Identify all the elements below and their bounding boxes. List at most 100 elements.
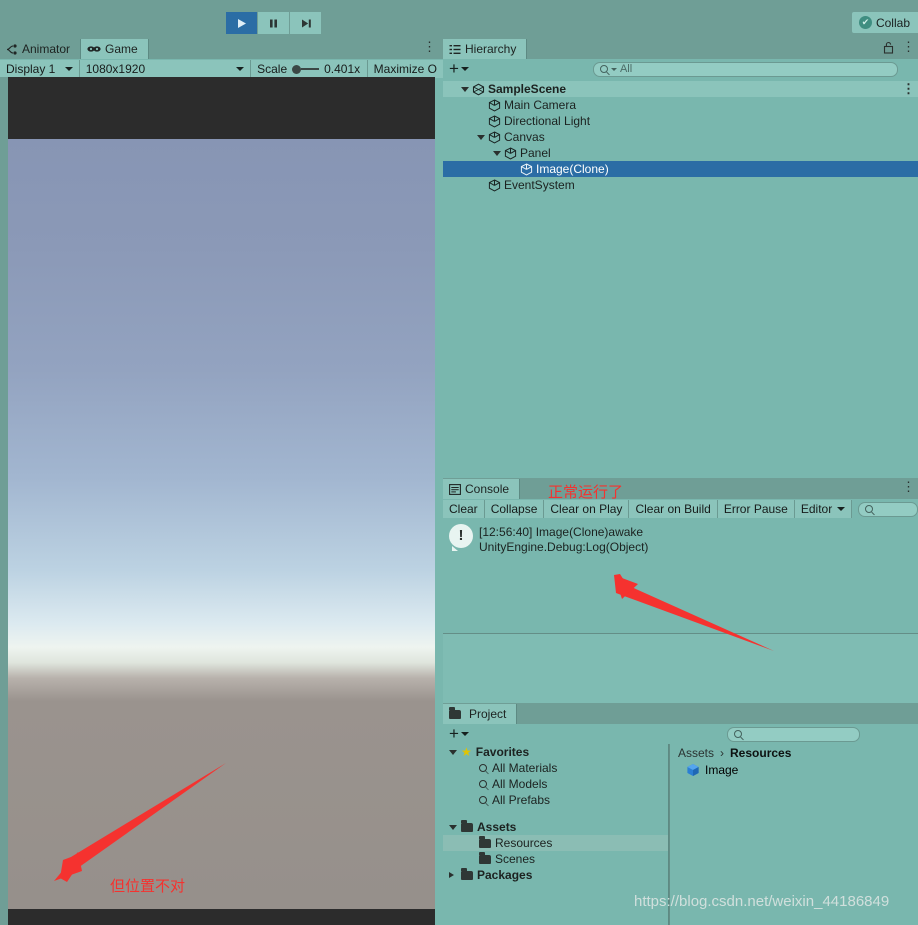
console-log-line1: [12:56:40] Image(Clone)awake [479, 525, 644, 539]
hierarchy-panel-menu[interactable]: ⋮ [902, 40, 915, 54]
project-search-input[interactable] [726, 726, 860, 742]
hierarchy-item-image-clone-[interactable]: Image(Clone) [443, 161, 918, 177]
collab-button[interactable]: ✔ Collab [851, 12, 918, 33]
breadcrumb-item[interactable]: Resources [730, 746, 791, 760]
scene-context-menu[interactable]: ⋮ [902, 82, 915, 96]
console-button-collapse[interactable]: Collapse [484, 500, 545, 518]
tab-hierarchy-label: Hierarchy [465, 42, 517, 56]
tab-project[interactable]: Project [443, 704, 518, 724]
hierarchy-item-panel[interactable]: Panel [443, 145, 918, 161]
disclosure-triangle[interactable] [461, 86, 472, 92]
tab-hierarchy[interactable]: Hierarchy [443, 39, 528, 59]
folder-icon [461, 868, 473, 880]
console-button-error-pause[interactable]: Error Pause [717, 500, 795, 518]
chevron-down-icon [236, 67, 245, 71]
annotation-game-note: 但位置不对 [110, 878, 186, 895]
project-tree-item-resources[interactable]: Resources [443, 835, 668, 851]
tab-game[interactable]: Game [81, 39, 149, 59]
disclosure-triangle[interactable] [449, 824, 461, 830]
resolution-dropdown[interactable]: 1080x1920 [79, 60, 252, 78]
project-tree-item-all-materials[interactable]: All Materials [443, 760, 668, 776]
game-toolbar: Display 1 1080x1920 Scale 0.401x Maximiz… [0, 59, 444, 79]
hierarchy-item-label: Main Camera [504, 98, 577, 112]
console-log-list[interactable]: ! [12:56:40] Image(Clone)awake UnityEngi… [443, 519, 918, 633]
game-left-gutter [0, 77, 8, 925]
scale-value: 0.401x [324, 62, 361, 76]
asset-item-image[interactable]: Image [686, 761, 918, 779]
play-button[interactable] [226, 12, 258, 34]
console-panel: Console ⋮ Clear Collapse Clear on Play Clea… [443, 478, 918, 703]
project-tree-item-assets[interactable]: Assets [443, 819, 668, 835]
hierarchy-lock-button[interactable] [883, 41, 894, 57]
chevron-right-icon [449, 872, 454, 878]
project-tree-item-label: Packages [477, 868, 533, 882]
annotation-console-note: 正常运行了 [548, 484, 624, 501]
gameobject-icon [488, 178, 501, 191]
disclosure-triangle[interactable] [493, 150, 504, 156]
hierarchy-tree[interactable]: SampleScene ⋮ Main Camera Directional Light… [443, 81, 918, 478]
console-button-clear[interactable]: Clear [443, 500, 485, 518]
gameobject-icon [488, 130, 501, 143]
folder-icon [479, 852, 491, 864]
folder-icon [479, 836, 491, 848]
display-dropdown[interactable]: Display 1 [0, 60, 80, 78]
scale-slider-group[interactable]: Scale 0.401x [251, 60, 368, 78]
hierarchy-search-text: All [619, 63, 633, 75]
hierarchy-item-label: Directional Light [504, 114, 591, 128]
gameobject-icon [504, 146, 517, 159]
scale-slider[interactable] [292, 64, 320, 74]
disclosure-triangle[interactable] [449, 749, 461, 755]
console-button-clear-on-build[interactable]: Clear on Build [629, 500, 718, 518]
project-toolbar: + [443, 724, 918, 744]
maximize-on-play-button[interactable]: Maximize O [367, 60, 444, 78]
console-editor-dropdown[interactable]: Editor [794, 500, 853, 518]
console-button-clear-on-play[interactable]: Clear on Play [544, 500, 630, 518]
console-log-entry[interactable]: ! [12:56:40] Image(Clone)awake UnityEngi… [443, 519, 918, 559]
search-icon [479, 796, 487, 804]
search-icon [865, 505, 874, 513]
step-button[interactable] [290, 12, 322, 34]
hierarchy-item-canvas[interactable]: Canvas [443, 129, 918, 145]
chevron-down-icon [461, 86, 469, 92]
project-tree-item-all-prefabs[interactable]: All Prefabs [443, 792, 668, 808]
resolution-label: 1080x1920 [85, 62, 146, 76]
project-tree-item-all-models[interactable]: All Models [443, 776, 668, 792]
tab-animator[interactable]: Animator [0, 39, 82, 59]
project-tree-item-favorites[interactable]: ★ Favorites [443, 744, 668, 760]
project-tree-item-label: Favorites [475, 745, 530, 759]
hierarchy-item-samplescene[interactable]: SampleScene ⋮ [443, 81, 918, 97]
console-search-input[interactable] [858, 501, 918, 517]
console-panel-menu[interactable]: ⋮ [902, 480, 915, 494]
hierarchy-create-button[interactable]: + [443, 60, 475, 77]
search-icon [733, 730, 742, 738]
main-toolbar: ✔ Collab [0, 0, 918, 38]
hierarchy-item-eventsystem[interactable]: EventSystem [443, 177, 918, 193]
project-panel: Project + ★ Favorites All Materials All Mod… [443, 703, 918, 925]
console-editor-label: Editor [800, 502, 833, 516]
asset-list[interactable]: Image [670, 761, 918, 779]
tab-console[interactable]: Console [443, 479, 521, 499]
project-tree-item-packages[interactable]: Packages [443, 867, 668, 883]
project-create-button[interactable]: + [443, 725, 475, 742]
breadcrumb-item[interactable]: Assets [678, 746, 714, 760]
game-panel-menu[interactable]: ⋮ [423, 40, 436, 54]
game-sky-ground-gradient [8, 139, 435, 909]
disclosure-triangle[interactable] [477, 134, 488, 140]
project-tree-item-scenes[interactable]: Scenes [443, 851, 668, 867]
hierarchy-search-input[interactable]: All [592, 61, 898, 77]
hierarchy-icon [449, 44, 461, 54]
lock-icon [883, 41, 894, 54]
chevron-down-icon [64, 67, 73, 71]
maximize-label: Maximize O [373, 62, 438, 76]
collab-label: Collab [875, 15, 910, 30]
scale-label: Scale [257, 62, 288, 76]
hierarchy-item-directional-light[interactable]: Directional Light [443, 113, 918, 129]
console-button-label: Clear on Play [550, 502, 623, 516]
game-render-surface[interactable] [8, 77, 435, 925]
folder-open-icon [461, 820, 473, 832]
pause-button[interactable] [258, 12, 290, 34]
hierarchy-item-main-camera[interactable]: Main Camera [443, 97, 918, 113]
disclosure-triangle[interactable] [449, 872, 461, 878]
gamepad-icon [87, 46, 101, 52]
slider-thumb-icon [292, 64, 302, 74]
